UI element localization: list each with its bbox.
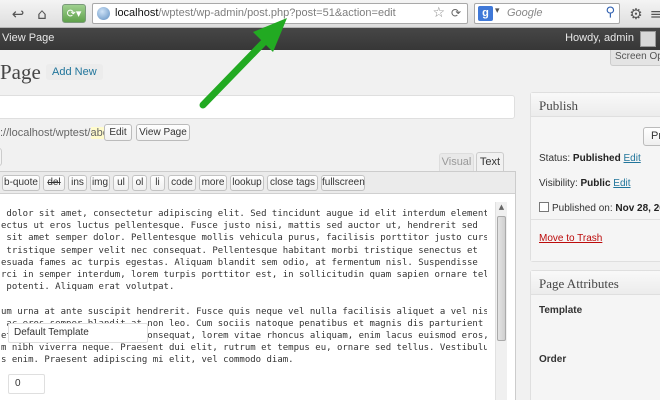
url-host: localhost — [115, 7, 159, 19]
editor-line: dolor sit amet, consectetur adipiscing e… — [1, 209, 487, 219]
tab-text[interactable]: Text — [476, 152, 504, 172]
publish-title[interactable]: Publish — [531, 93, 660, 117]
avatar[interactable] — [640, 31, 656, 47]
url-path: /wptest/wp-admin/post.php?post=51&action… — [158, 7, 396, 19]
editor-line: ectus ut eros luctus pellentesque. Fusce… — [1, 221, 478, 232]
template-label: Template — [539, 305, 583, 316]
status-value: Published — [572, 153, 621, 164]
qt-b-quote[interactable]: b-quote — [2, 175, 40, 191]
addon-extension-icon[interactable]: ⚙ — [626, 4, 646, 24]
permalink-edit-button[interactable]: Edit — [104, 124, 132, 141]
addon-icon[interactable]: ⟳▾ — [62, 4, 86, 23]
post-title-input[interactable] — [0, 95, 515, 119]
calendar-icon — [539, 202, 549, 212]
status-label: Status: — [539, 153, 571, 164]
visibility-row: Visibility: Public Edit — [539, 178, 631, 189]
editor-line: m nibh viverra neque. Praesent dui elit,… — [1, 343, 487, 354]
scroll-up-icon[interactable]: ▲ — [496, 202, 507, 213]
editor-line: s enim. Praesent adipiscing mi elit, vel… — [1, 355, 294, 366]
reload-icon[interactable]: ⟳ — [451, 6, 461, 20]
quicktags-toolbar: b-quote del ins img ul ol li code more l… — [0, 172, 515, 194]
qt-ol[interactable]: ol — [132, 175, 147, 191]
view-page-button[interactable]: View Page — [136, 124, 190, 141]
google-icon[interactable]: g — [478, 6, 493, 21]
status-row: Status: Published Edit — [539, 153, 641, 164]
editor-line: potenti. Aliquam erat volutpat. — [1, 282, 175, 293]
publish-box: Publish Pre Status: Published Edit Visib… — [530, 92, 660, 262]
search-placeholder: Google — [507, 7, 543, 19]
bookmark-star-icon[interactable]: ☆ — [432, 5, 445, 21]
qt-ul[interactable]: ul — [113, 175, 129, 191]
howdy-user[interactable]: Howdy, admin — [565, 32, 634, 44]
published-label: Published on: — [552, 203, 613, 214]
qt-close-tags[interactable]: close tags — [267, 175, 318, 191]
url-text[interactable]: localhost/wptest/wp-admin/post.php?post=… — [115, 7, 396, 19]
status-edit-link[interactable]: Edit — [624, 153, 641, 164]
visibility-value: Public — [580, 178, 611, 189]
editor-line: um urna at ante suscipit hendrerit. Fusc… — [1, 306, 487, 317]
page-title: Page — [0, 60, 41, 84]
editor-scrollbar[interactable]: ▲ — [495, 202, 507, 400]
order-input[interactable]: 0 — [8, 374, 45, 394]
search-bar[interactable]: g ▾ Google ⚲ — [474, 3, 620, 24]
media-button-edge[interactable] — [0, 148, 2, 166]
editor: b-quote del ins img ul ol li code more l… — [0, 171, 516, 400]
qt-lookup[interactable]: lookup — [230, 175, 264, 191]
editor-line: esuada fames ac turpis egestas. Aliquam … — [1, 257, 478, 268]
qt-li[interactable]: li — [150, 175, 165, 191]
globe-icon — [97, 7, 110, 20]
move-to-trash-link[interactable]: Move to Trash — [539, 233, 602, 244]
admin-bar-view-page[interactable]: View Page — [2, 32, 54, 44]
visibility-label: Visibility: — [539, 178, 578, 189]
published-value: Nov 28, 201 — [615, 203, 660, 214]
qt-del[interactable]: del — [43, 175, 65, 191]
screen-options-tab[interactable]: Screen Opt — [610, 50, 660, 66]
editor-line: sit amet semper dolor. Pellentesque moll… — [1, 233, 487, 244]
admin-bar: View Page Howdy, admin — [0, 28, 660, 50]
editor-line: tristique semper velit nec consequat. Pe… — [1, 245, 478, 256]
dropdown-arrow-icon[interactable]: ▾ — [495, 6, 500, 16]
home-icon[interactable]: ⌂ — [32, 4, 52, 24]
menu-icon[interactable]: ≡ — [646, 4, 660, 24]
published-row: Published on: Nov 28, 201 — [539, 202, 660, 214]
order-label: Order — [539, 354, 567, 365]
template-select[interactable]: Default Template — [8, 323, 148, 343]
qt-fullscreen[interactable]: fullscreen — [321, 175, 365, 191]
permalink-prefix: ://localhost/wptest/ — [0, 127, 91, 139]
qt-img[interactable]: img — [90, 175, 110, 191]
back-icon[interactable]: ↩ — [8, 4, 28, 24]
qt-ins[interactable]: ins — [68, 175, 87, 191]
qt-code[interactable]: code — [168, 175, 196, 191]
add-new-button[interactable]: Add New — [46, 64, 103, 80]
visibility-edit-link[interactable]: Edit — [613, 178, 630, 189]
url-bar[interactable]: localhost/wptest/wp-admin/post.php?post=… — [92, 3, 468, 24]
preview-button[interactable]: Pre — [643, 127, 660, 146]
browser-toolbar: ↩ ⌂ ⟳▾ localhost/wptest/wp-admin/post.ph… — [0, 0, 660, 28]
tab-visual[interactable]: Visual — [439, 153, 474, 171]
editor-line: rci in semper interdum, lorem turpis por… — [1, 270, 487, 281]
permalink: ://localhost/wptest/about/ — [0, 127, 121, 139]
scrollbar-thumb[interactable] — [497, 216, 506, 341]
qt-more[interactable]: more — [199, 175, 227, 191]
page-attributes-box: Page Attributes Template Order — [530, 270, 660, 400]
page-attributes-title[interactable]: Page Attributes — [531, 271, 660, 295]
search-icon[interactable]: ⚲ — [605, 5, 615, 20]
